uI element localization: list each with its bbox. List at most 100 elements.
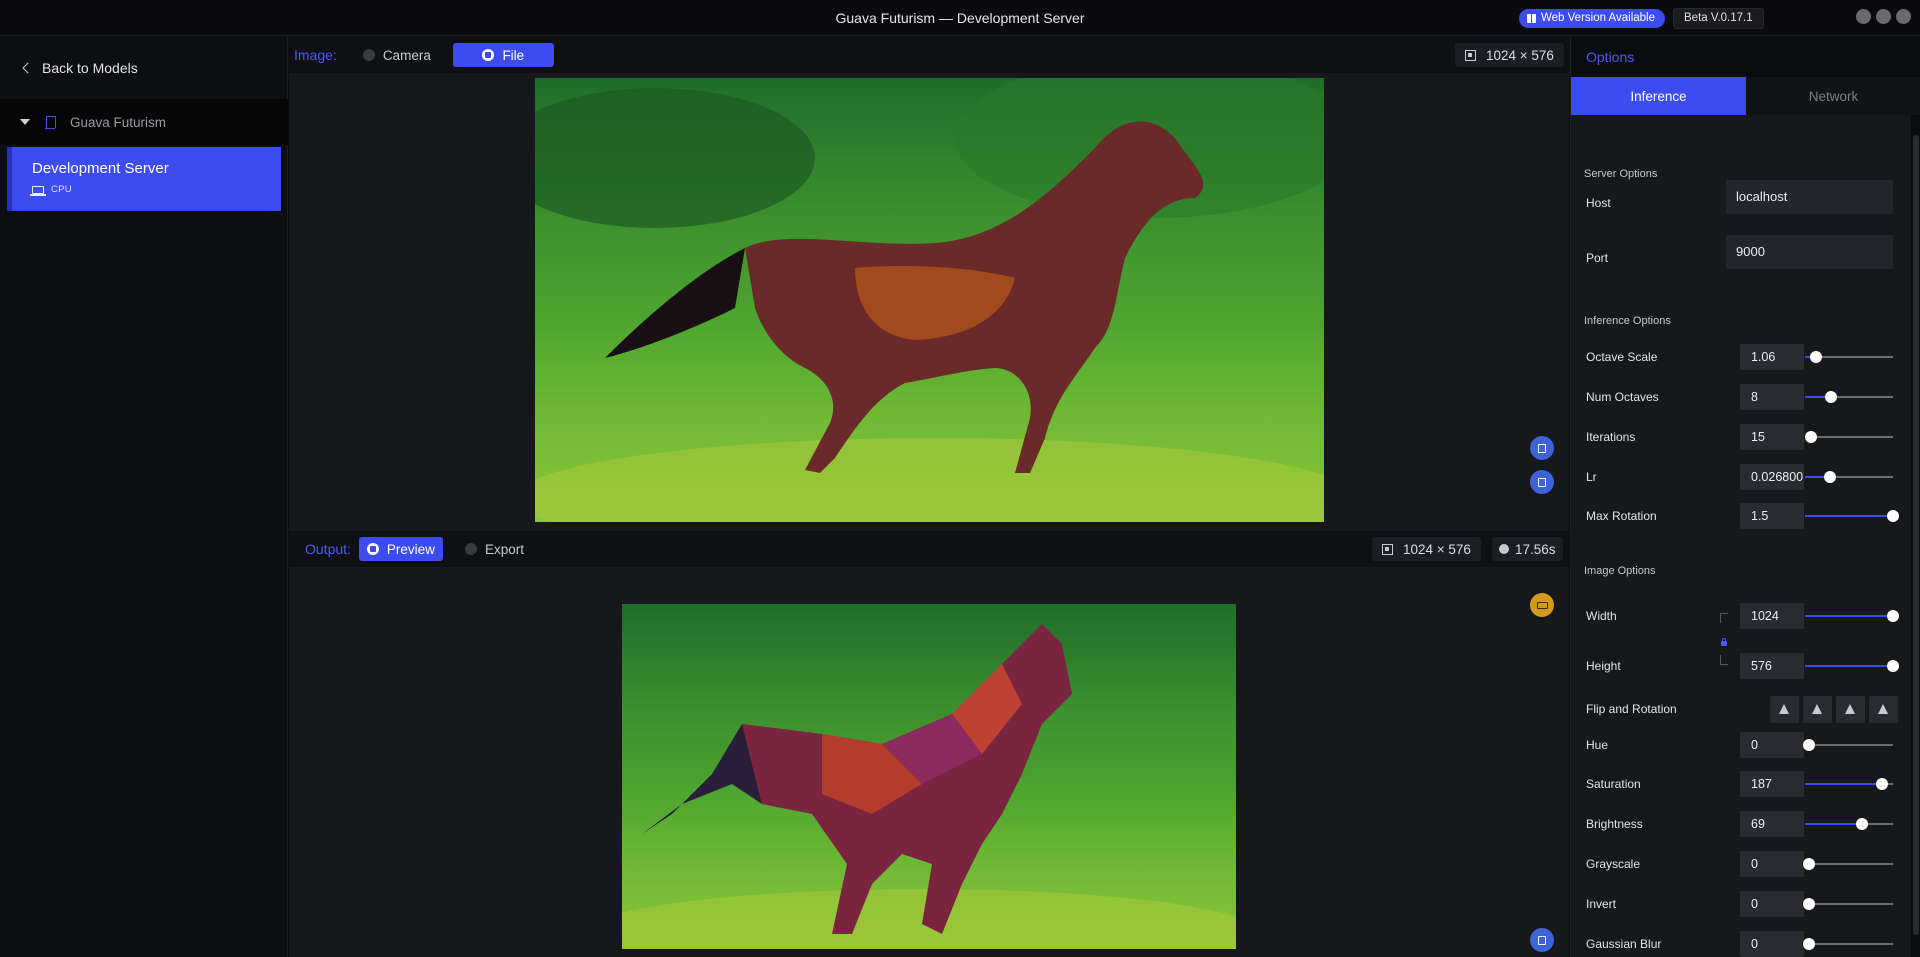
input-size-chip: 1024 × 576	[1455, 43, 1564, 67]
tab-inference[interactable]: Inference	[1571, 77, 1746, 115]
rotate-left-button[interactable]	[1836, 696, 1865, 723]
horse-photo	[535, 78, 1324, 522]
width-input[interactable]: 1024	[1740, 603, 1804, 629]
iterations-slider[interactable]	[1805, 431, 1893, 443]
slider-thumb[interactable]	[1825, 391, 1838, 403]
octave-scale-slider[interactable]	[1805, 351, 1893, 363]
octave-scale-input[interactable]: 1.06	[1740, 344, 1804, 370]
width-slider[interactable]	[1805, 610, 1899, 622]
iterations-label: Iterations	[1586, 430, 1636, 444]
hue-slider[interactable]	[1803, 739, 1893, 751]
height-slider[interactable]	[1805, 660, 1899, 672]
slider-thumb[interactable]	[1803, 898, 1816, 910]
input-image	[535, 78, 1324, 522]
open-file-button[interactable]	[1530, 436, 1554, 460]
grayscale-input[interactable]: 0	[1740, 851, 1804, 877]
num-octaves-input[interactable]: 8	[1740, 384, 1804, 410]
brightness-slider[interactable]	[1805, 818, 1893, 830]
back-to-models-link[interactable]: Back to Models	[20, 53, 138, 83]
saturation-slider[interactable]	[1805, 778, 1893, 790]
main-area: Image: Camera File 1024 × 576 Output: Pr…	[289, 37, 1569, 957]
gaussian-blur-label: Gaussian Blur	[1586, 937, 1662, 951]
maximize-button[interactable]	[1876, 9, 1891, 24]
max-rotation-input[interactable]: 1.5	[1740, 503, 1804, 529]
gaussian-blur-slider[interactable]	[1803, 938, 1893, 950]
minimize-button[interactable]	[1856, 9, 1871, 24]
open-folder-button[interactable]	[1530, 470, 1554, 494]
host-label: Host	[1586, 196, 1611, 210]
file-label: File	[502, 47, 525, 63]
slider-thumb[interactable]	[1856, 818, 1869, 830]
height-input[interactable]: 576	[1740, 653, 1804, 679]
web-version-badge[interactable]: Web Version Available	[1519, 9, 1666, 28]
file-button[interactable]: File	[452, 43, 554, 67]
input-toolbar: Image: Camera File 1024 × 576	[289, 37, 1569, 73]
lr-input[interactable]: 0.026800	[1740, 464, 1804, 490]
server-item-development[interactable]: Development Server CPU	[7, 147, 281, 211]
lr-slider[interactable]	[1805, 471, 1893, 483]
eye-icon	[366, 543, 379, 555]
options-title: Options	[1586, 49, 1635, 65]
tab-network[interactable]: Network	[1746, 77, 1920, 115]
file-icon	[482, 49, 495, 61]
image-options-title: Image Options	[1584, 565, 1656, 577]
invert-label: Invert	[1586, 897, 1617, 911]
max-rotation-slider[interactable]	[1805, 510, 1899, 522]
preview-label: Preview	[386, 541, 435, 557]
project-row[interactable]: Guava Futurism	[0, 99, 288, 145]
file-icon	[1538, 443, 1546, 453]
compare-button[interactable]	[1530, 593, 1554, 617]
laptop-icon	[30, 185, 46, 196]
num-octaves-slider[interactable]	[1805, 391, 1893, 403]
flip-horizontal-button[interactable]	[1770, 696, 1799, 723]
brightness-label: Brightness	[1586, 817, 1643, 831]
slider-thumb[interactable]	[1803, 938, 1816, 950]
saturation-input[interactable]: 187	[1740, 771, 1804, 797]
slider-thumb[interactable]	[1887, 510, 1899, 522]
download-icon	[1538, 935, 1546, 945]
slider-thumb[interactable]	[1805, 431, 1818, 443]
close-button[interactable]	[1896, 9, 1911, 24]
project-name: Guava Futurism	[70, 114, 167, 130]
grayscale-slider[interactable]	[1803, 858, 1893, 870]
slider-thumb[interactable]	[1823, 471, 1836, 483]
flip-vertical-button[interactable]	[1803, 696, 1832, 723]
port-input[interactable]: 9000	[1726, 235, 1893, 269]
hue-input[interactable]: 0	[1740, 732, 1804, 758]
slider-thumb[interactable]	[1887, 660, 1899, 672]
gaussian-blur-input[interactable]: 0	[1740, 931, 1804, 957]
camera-button[interactable]: Camera	[349, 43, 445, 67]
scrollbar-thumb[interactable]	[1913, 135, 1919, 935]
inference-options-title: Inference Options	[1584, 315, 1671, 327]
clock-icon	[1499, 544, 1509, 554]
brightness-input[interactable]: 69	[1740, 811, 1804, 837]
slider-thumb[interactable]	[1803, 739, 1816, 751]
compare-icon	[1536, 601, 1548, 609]
slider-thumb[interactable]	[1803, 858, 1816, 870]
invert-slider[interactable]	[1803, 898, 1893, 910]
width-label: Width	[1586, 609, 1617, 623]
preview-button[interactable]: Preview	[358, 537, 443, 561]
slider-thumb[interactable]	[1809, 351, 1822, 363]
lock-icon[interactable]	[1721, 638, 1727, 646]
invert-input[interactable]: 0	[1740, 891, 1804, 917]
grayscale-label: Grayscale	[1586, 857, 1641, 871]
slider-thumb[interactable]	[1876, 778, 1889, 790]
options-scrollbar[interactable]	[1911, 115, 1920, 957]
stylized-horse-output	[622, 624, 1236, 949]
max-rotation-label: Max Rotation	[1586, 509, 1657, 523]
time-chip: 17.56s	[1492, 537, 1563, 561]
resize-icon	[1382, 543, 1393, 555]
folder-icon	[1538, 477, 1546, 487]
flip-rotation-label: Flip and Rotation	[1586, 702, 1677, 716]
export-button[interactable]: Export	[451, 537, 538, 561]
download-output-button[interactable]	[1530, 928, 1554, 952]
host-input[interactable]: localhost	[1726, 180, 1893, 214]
server-name: Development Server	[32, 160, 169, 177]
iterations-input[interactable]: 15	[1740, 424, 1804, 450]
height-label: Height	[1586, 659, 1621, 673]
slider-thumb[interactable]	[1887, 610, 1899, 622]
web-version-label: Web Version Available	[1541, 12, 1656, 24]
rotate-right-button[interactable]	[1869, 696, 1898, 723]
output-size: 1024 × 576	[1403, 541, 1471, 557]
